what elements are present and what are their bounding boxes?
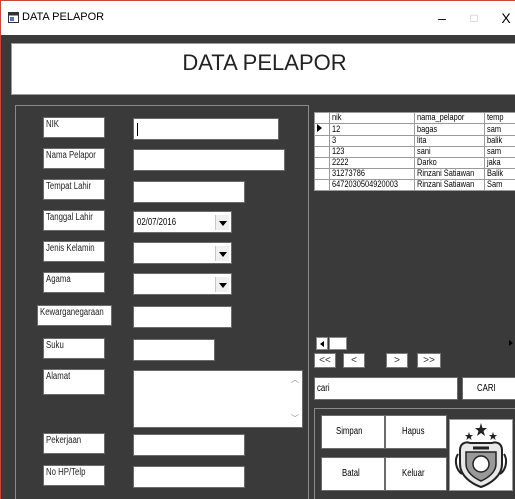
table-row[interactable]: 2222 Darko jaka [313,157,515,169]
row-selector[interactable] [313,123,331,136]
title-bar: DATA PELAPOR – □ X [1,1,515,35]
alamat-label: Alamat [43,369,105,395]
pekerjaan-field[interactable] [133,434,245,456]
tanggal-lahir-value: 02/07/2016 [137,217,177,228]
row-selector[interactable] [313,146,331,158]
table-row[interactable]: 123 sani sam [313,146,515,158]
pekerjaan-label: Pekerjaan [43,433,105,454]
column-header-nama-pelapor[interactable]: nama_pelapor [414,112,486,124]
scroll-right-icon[interactable] [504,337,515,350]
nik-label: NIK [43,117,105,138]
row-selector[interactable] [313,179,331,191]
table-cell[interactable]: Rinzani Satiawan [414,179,486,191]
table-cell[interactable]: bagas [414,123,486,136]
cari-button[interactable]: CARI [462,377,515,400]
tanggal-lahir-picker[interactable]: 02/07/2016 [133,211,232,233]
nav-last-button[interactable]: >> [417,353,441,368]
tanggal-lahir-label: Tanggal Lahir [43,210,105,231]
row-selector[interactable] [313,157,331,169]
table-cell[interactable]: Balik [484,168,515,180]
scrollbar-thumb[interactable] [329,337,347,350]
no-hp-field[interactable] [133,466,245,488]
column-header-nik[interactable]: nik [329,112,416,124]
nik-field[interactable] [133,118,279,140]
close-button[interactable]: X [495,7,515,29]
simpan-button[interactable]: Simpan [321,415,385,449]
table-cell[interactable]: sam [484,123,515,136]
jenis-kelamin-select[interactable] [133,242,232,264]
suku-label: Suku [43,338,105,359]
data-grid[interactable]: nik nama_pelapor temp 12 bagas sam 3 lit… [313,105,515,368]
scroll-down-icon[interactable]: ﹀ [291,413,299,424]
dropdown-arrow-icon[interactable] [215,277,229,292]
nama-pelapor-field[interactable] [133,149,285,171]
app-window: DATA PELAPOR – □ X DATA PELAPOR NIK Nama… [0,0,515,499]
table-cell[interactable]: 2222 [329,157,416,169]
form-panel: NIK Nama Pelapor Tempat Lahir Tanggal La… [15,105,309,499]
window-title: DATA PELAPOR [22,11,105,23]
nav-next-button[interactable]: > [386,353,408,368]
scroll-left-icon[interactable] [316,337,328,350]
maximize-button[interactable]: □ [463,7,485,29]
no-hp-label: No HP/Telp [43,465,105,486]
table-cell[interactable]: Sam [484,179,515,191]
table-cell[interactable]: lita [414,135,486,147]
nama-pelapor-label: Nama Pelapor [43,148,105,169]
emblem-icon [454,423,508,489]
hapus-button[interactable]: Hapus [385,415,447,449]
row-selector[interactable] [313,168,331,180]
grid-header-row: nik nama_pelapor temp [313,112,515,124]
table-row[interactable]: 3 lita balik [313,135,515,147]
table-cell[interactable]: sam [484,146,515,158]
text-caret [137,123,138,136]
table-cell[interactable]: jaka [484,157,515,169]
header-panel: DATA PELAPOR [11,43,515,95]
police-emblem-logo [449,419,513,491]
row-pointer-icon [317,124,322,132]
table-cell[interactable]: sani [414,146,486,158]
column-header-tempat[interactable]: temp [484,112,515,124]
grid-horizontal-scrollbar[interactable] [314,337,515,351]
keluar-button[interactable]: Keluar [385,457,447,491]
table-cell[interactable]: Rinzani Satiawan [414,168,486,180]
agama-label: Agama [43,272,105,293]
alamat-textarea[interactable]: ︿ ﹀ [133,370,303,428]
dropdown-arrow-icon[interactable] [215,246,229,261]
tempat-lahir-label: Tempat Lahir [43,179,105,200]
batal-button[interactable]: Batal [321,457,385,491]
grid-table[interactable]: nik nama_pelapor temp 12 bagas sam 3 lit… [313,112,515,191]
nav-prev-button[interactable]: < [343,353,365,368]
table-row[interactable]: 6472030504920003 Rinzani Satiawan Sam [313,179,515,191]
table-row[interactable]: 31273786 Rinzani Satiawan Balik [313,168,515,180]
nav-first-button[interactable]: << [314,353,336,368]
table-cell[interactable]: 12 [329,123,416,136]
search-input[interactable]: cari [314,377,458,400]
dropdown-arrow-icon[interactable] [215,215,229,230]
kewarganegaraan-label: Kewarganegaraan [37,305,112,326]
table-cell[interactable]: Darko [414,157,486,169]
scroll-up-icon[interactable]: ︿ [291,374,299,385]
agama-select[interactable] [133,273,232,295]
table-cell[interactable]: 31273786 [329,168,416,180]
page-title: DATA PELAPOR [182,50,347,75]
table-cell[interactable]: 123 [329,146,416,158]
suku-field[interactable] [133,339,215,361]
kewarganegaraan-field[interactable] [133,306,232,328]
minimize-button[interactable]: – [431,7,453,29]
row-selector-header [313,112,331,124]
jenis-kelamin-label: Jenis Kelamin [43,241,105,262]
row-selector[interactable] [313,135,331,147]
tempat-lahir-field[interactable] [133,181,245,203]
table-cell[interactable]: balik [484,135,515,147]
app-icon [8,12,19,23]
table-cell[interactable]: 3 [329,135,416,147]
table-row[interactable]: 12 bagas sam [313,123,515,136]
table-cell[interactable]: 6472030504920003 [329,179,416,191]
